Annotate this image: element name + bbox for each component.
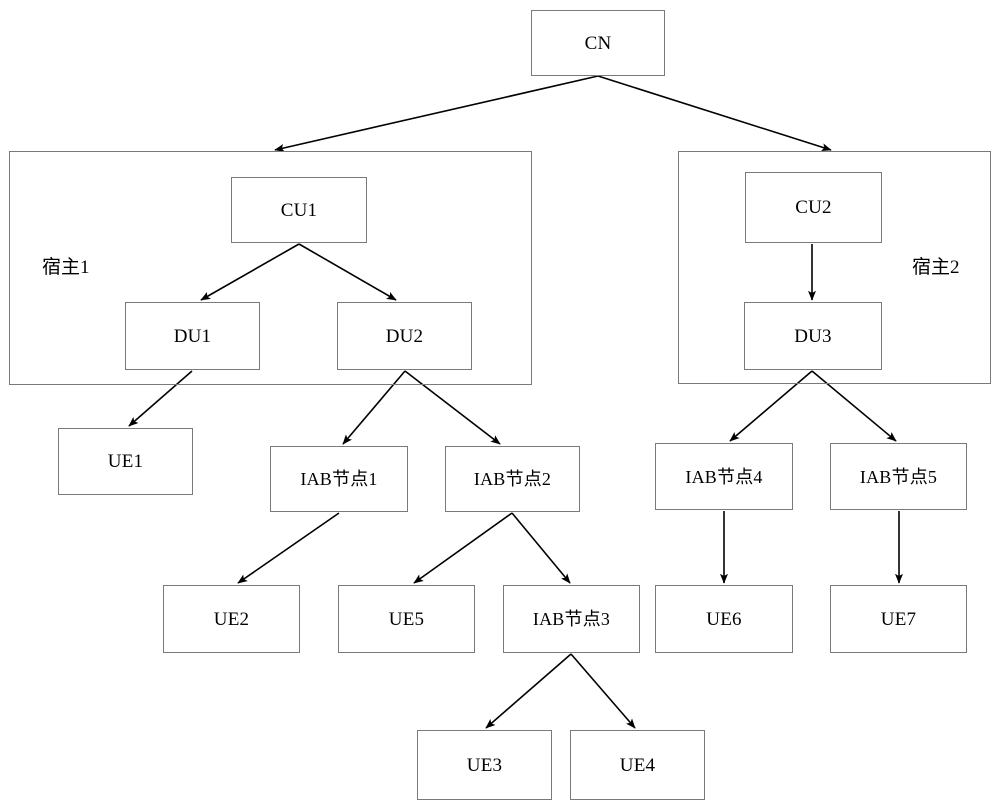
node-cu1[interactable]: CU1 [231,177,367,243]
node-du2[interactable]: DU2 [337,302,472,370]
node-iab5[interactable]: IAB节点5 [830,443,967,510]
group-label-host1: 宿主1 [42,257,90,278]
diagram-canvas: 宿主1 宿主2 CN CU1 CU2 DU1 DU2 DU3 UE1 IAB节点1 IAB节点2 I… [0,0,1000,810]
node-cn[interactable]: CN [531,10,665,76]
edge-iab3-ue3 [485,653,572,729]
node-iab3[interactable]: IAB节点3 [503,585,640,653]
node-label-ue5: UE5 [388,608,425,630]
node-label-du1: DU1 [173,325,212,347]
node-label-cu2: CU2 [795,197,832,218]
edge-iab2-iab3 [511,512,571,584]
node-du1[interactable]: DU1 [125,302,260,370]
node-label-cn: CN [584,32,612,54]
node-ue6[interactable]: UE6 [655,585,793,653]
edge-cn-cu1 [274,75,599,152]
node-label-iab5: IAB节点5 [859,466,938,487]
edge-iab2-ue5 [413,512,513,584]
node-label-ue1: UE1 [107,451,144,472]
node-ue4[interactable]: UE4 [570,730,705,800]
node-ue1[interactable]: UE1 [58,428,193,495]
node-ue7[interactable]: UE7 [830,585,967,653]
node-label-ue2: UE2 [213,608,250,630]
edge-iab3-ue4 [570,653,636,729]
node-du3[interactable]: DU3 [744,302,882,370]
node-label-cu1: CU1 [280,199,318,221]
node-label-iab4: IAB节点4 [685,466,763,487]
node-iab2[interactable]: IAB节点2 [445,446,580,512]
node-label-ue7: UE7 [880,608,917,630]
node-ue2[interactable]: UE2 [163,585,300,653]
node-label-ue6: UE6 [706,608,742,630]
node-label-ue3: UE3 [466,754,503,776]
node-ue5[interactable]: UE5 [338,585,475,653]
node-ue3[interactable]: UE3 [417,730,552,800]
node-label-iab1: IAB节点1 [300,469,378,489]
group-label-host2: 宿主2 [912,257,960,278]
edge-iab1-ue2 [237,512,340,584]
node-label-iab2: IAB节点2 [473,469,552,489]
edge-cn-cu2 [597,75,832,152]
node-label-du2: DU2 [385,325,424,347]
node-label-ue4: UE4 [619,754,656,776]
node-cu2[interactable]: CU2 [745,172,882,243]
node-label-iab3: IAB节点3 [532,609,611,629]
node-iab4[interactable]: IAB节点4 [655,443,793,510]
node-label-du3: DU3 [794,325,832,347]
node-iab1[interactable]: IAB节点1 [270,446,408,512]
edge-layer [128,75,903,729]
